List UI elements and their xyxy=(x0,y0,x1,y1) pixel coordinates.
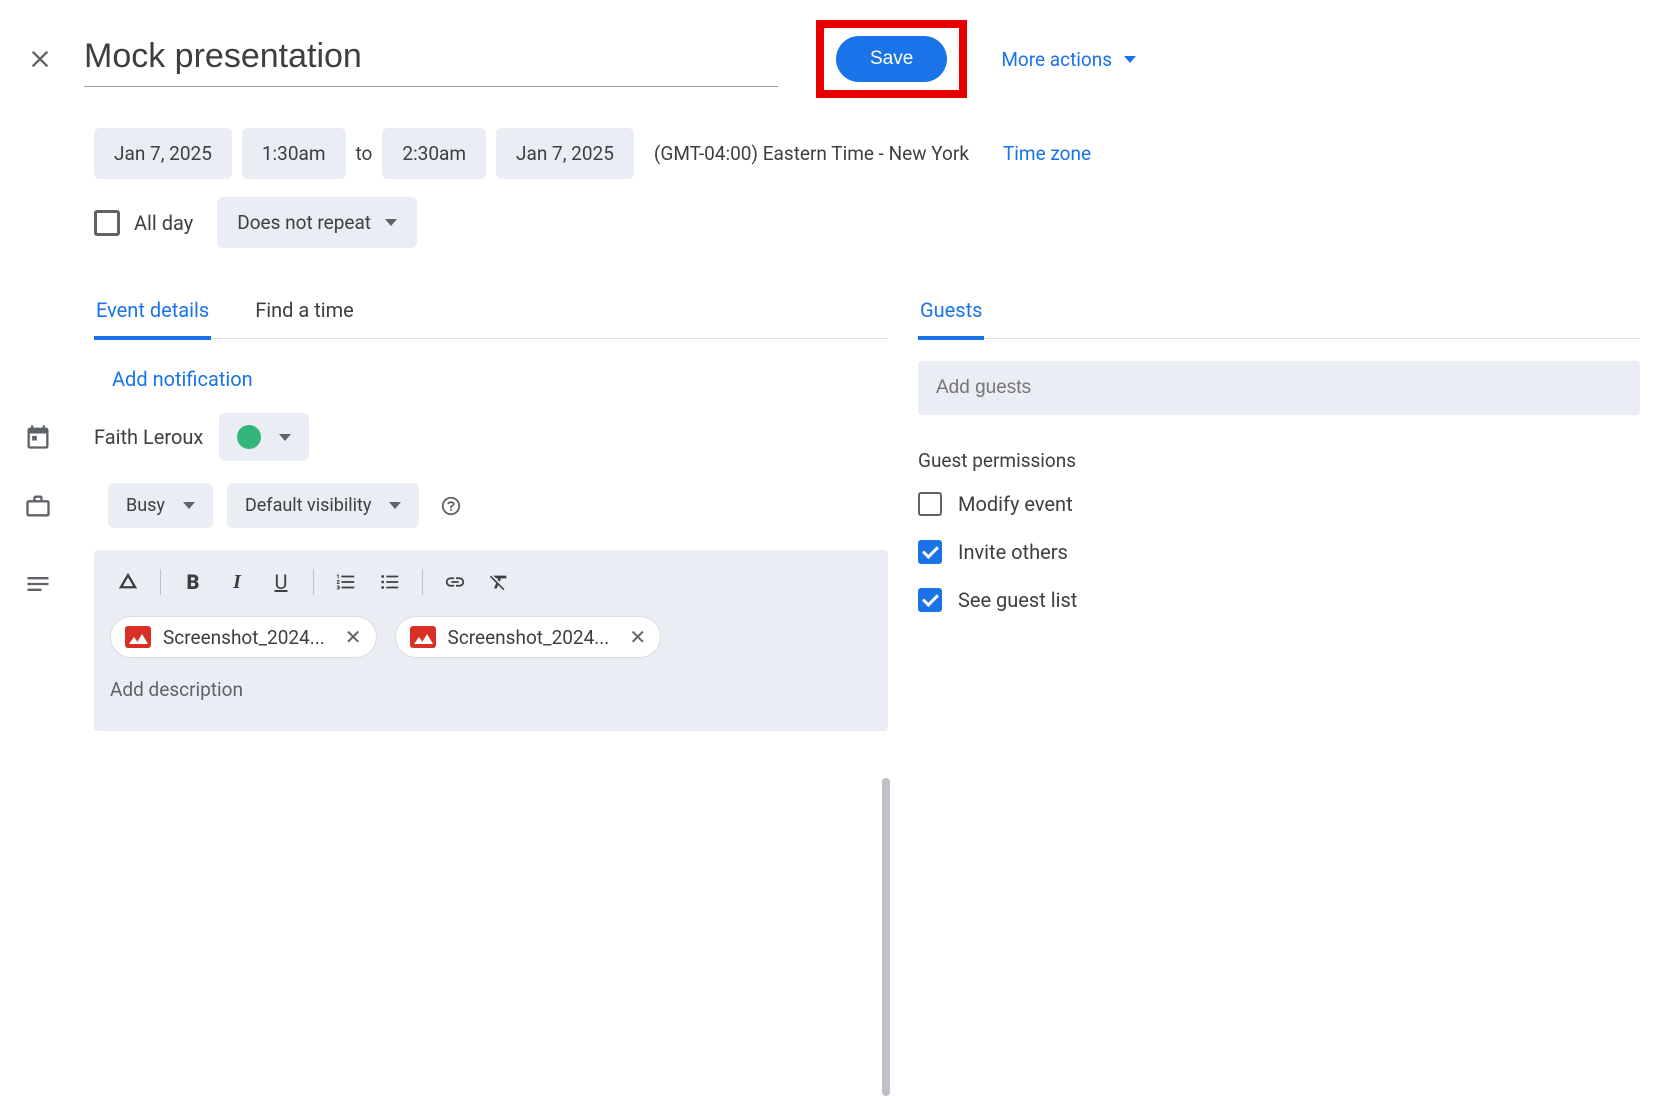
repeat-dropdown[interactable]: Does not repeat xyxy=(217,197,417,248)
visibility-dropdown[interactable]: Default visibility xyxy=(227,483,419,528)
event-title-input[interactable] xyxy=(84,31,778,87)
all-day-label: All day xyxy=(134,211,193,235)
datetime-row: Jan 7, 2025 1:30am to 2:30am Jan 7, 2025… xyxy=(94,128,1640,179)
attachment-chip[interactable]: Screenshot_2024... ✕ xyxy=(395,616,662,658)
start-date-button[interactable]: Jan 7, 2025 xyxy=(94,128,232,179)
chevron-down-icon xyxy=(279,434,291,441)
clear-format-button[interactable] xyxy=(481,564,517,600)
visibility-help-button[interactable] xyxy=(433,488,469,524)
chevron-down-icon xyxy=(389,502,401,509)
attachment-name: Screenshot_2024... xyxy=(163,626,325,649)
unordered-list-button[interactable] xyxy=(372,564,408,600)
invite-others-label: Invite others xyxy=(958,540,1068,564)
visibility-label: Default visibility xyxy=(245,495,371,516)
modify-event-label: Modify event xyxy=(958,492,1073,516)
underline-icon: U xyxy=(275,570,288,594)
separator xyxy=(422,569,423,595)
italic-button[interactable]: I xyxy=(219,564,255,600)
image-file-icon xyxy=(125,626,151,648)
remove-attachment-button[interactable]: ✕ xyxy=(345,625,362,649)
color-swatch-icon xyxy=(237,425,261,449)
all-day-checkbox[interactable] xyxy=(94,210,120,236)
description-editor[interactable]: B I U Screenshot_2024... xyxy=(94,550,888,731)
availability-dropdown[interactable]: Busy xyxy=(108,483,213,528)
see-guest-list-label: See guest list xyxy=(958,588,1077,612)
end-time-button[interactable]: 2:30am xyxy=(382,128,486,179)
add-notification-link[interactable]: Add notification xyxy=(94,367,253,391)
invite-others-checkbox[interactable] xyxy=(918,540,942,564)
clear-format-icon xyxy=(488,571,510,593)
timezone-link[interactable]: Time zone xyxy=(1003,142,1091,165)
separator xyxy=(160,569,161,595)
close-button[interactable] xyxy=(18,37,62,81)
attachment-chip[interactable]: Screenshot_2024... ✕ xyxy=(110,616,377,658)
end-date-button[interactable]: Jan 7, 2025 xyxy=(496,128,634,179)
add-guests-input[interactable] xyxy=(918,361,1640,415)
description-placeholder: Add description xyxy=(110,674,872,701)
separator xyxy=(313,569,314,595)
attach-drive-button[interactable] xyxy=(110,564,146,600)
timezone-text: (GMT-04:00) Eastern Time - New York xyxy=(654,142,969,165)
start-time-button[interactable]: 1:30am xyxy=(242,128,346,179)
bold-button[interactable]: B xyxy=(175,564,211,600)
organizer-name: Faith Leroux xyxy=(94,425,203,449)
tab-event-details[interactable]: Event details xyxy=(94,298,211,340)
repeat-label: Does not repeat xyxy=(237,211,371,234)
availability-label: Busy xyxy=(126,495,165,516)
briefcase-icon xyxy=(24,492,52,520)
modify-event-checkbox[interactable] xyxy=(918,492,942,516)
scrollbar[interactable] xyxy=(882,778,890,1096)
attachment-name: Screenshot_2024... xyxy=(448,626,610,649)
chevron-down-icon xyxy=(183,502,195,509)
tab-find-a-time[interactable]: Find a time xyxy=(253,298,356,340)
drive-icon xyxy=(117,571,139,593)
ordered-list-icon xyxy=(335,571,357,593)
chevron-down-icon xyxy=(1124,56,1136,63)
italic-icon: I xyxy=(233,571,241,594)
save-highlight-box: Save xyxy=(816,20,967,98)
calendar-color-dropdown[interactable] xyxy=(219,413,309,461)
bold-icon: B xyxy=(187,570,200,594)
close-icon xyxy=(26,45,54,73)
ordered-list-button[interactable] xyxy=(328,564,364,600)
calendar-icon xyxy=(24,423,52,451)
guest-permissions-title: Guest permissions xyxy=(918,449,1640,472)
tab-guests[interactable]: Guests xyxy=(918,298,984,340)
help-icon xyxy=(440,495,462,517)
to-label: to xyxy=(356,142,373,165)
underline-button[interactable]: U xyxy=(263,564,299,600)
save-button[interactable]: Save xyxy=(836,36,947,82)
chevron-down-icon xyxy=(385,219,397,226)
description-icon xyxy=(24,570,52,598)
remove-attachment-button[interactable]: ✕ xyxy=(629,625,646,649)
more-actions-label: More actions xyxy=(1001,48,1112,71)
unordered-list-icon xyxy=(379,571,401,593)
more-actions-button[interactable]: More actions xyxy=(1001,48,1136,71)
image-file-icon xyxy=(410,626,436,648)
see-guest-list-checkbox[interactable] xyxy=(918,588,942,612)
link-icon xyxy=(444,571,466,593)
link-button[interactable] xyxy=(437,564,473,600)
